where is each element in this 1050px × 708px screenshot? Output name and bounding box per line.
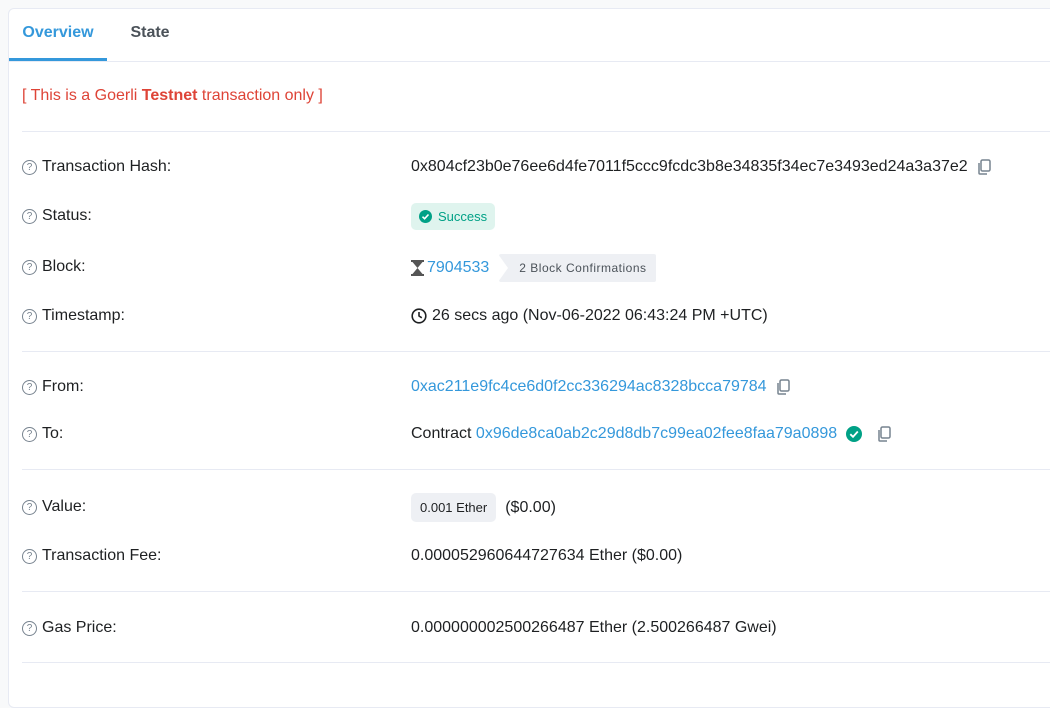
block-label: Block:	[42, 258, 86, 275]
block-label-row: ? Block:	[22, 258, 86, 276]
hourglass-icon	[411, 260, 424, 276]
from-label: From:	[42, 378, 84, 395]
active-tab-indicator	[9, 58, 107, 61]
gas-price-label-row: ? Gas Price:	[22, 619, 117, 637]
tx-hash-value-row: 0x804cf23b0e76ee6d4fe7011f5ccc9fcdc3b8e3…	[411, 158, 991, 176]
check-circle-icon	[846, 426, 863, 442]
to-label-row: ? To:	[22, 425, 63, 443]
status-label: Status:	[42, 207, 92, 224]
divider	[22, 469, 1050, 470]
to-value-row: Contract 0x96de8ca0ab2c29d8db7c99ea02fee…	[411, 425, 891, 443]
value-amount-pill: 0.001 Ether	[411, 493, 497, 522]
tx-hash-value: 0x804cf23b0e76ee6d4fe7011f5ccc9fcdc3b8e3…	[411, 158, 968, 175]
notice-bold: Testnet	[141, 87, 198, 104]
question-circle-icon[interactable]: ?	[22, 548, 37, 564]
block-value-row: 7904533 2 Block Confirmations	[411, 254, 656, 282]
status-value-row: Success	[411, 203, 496, 230]
question-circle-icon[interactable]: ?	[22, 208, 37, 224]
tab-overview[interactable]: Overview	[9, 9, 107, 61]
status-text: Success	[438, 209, 488, 224]
question-circle-icon[interactable]: ?	[22, 499, 37, 515]
question-circle-icon[interactable]: ?	[22, 259, 37, 275]
tab-bar: Overview State	[9, 9, 1050, 62]
copy-icon[interactable]	[977, 159, 991, 175]
timestamp-value: 26 secs ago (Nov-06-2022 06:43:24 PM +UT…	[432, 307, 768, 324]
timestamp-label-row: ? Timestamp:	[22, 307, 125, 325]
timestamp-value-row: 26 secs ago (Nov-06-2022 06:43:24 PM +UT…	[411, 307, 768, 325]
tx-hash-label-row: ? Transaction Hash:	[22, 158, 171, 176]
transaction-card: Overview State [ This is a Goerli Testne…	[8, 8, 1050, 708]
fee-value-row: 0.000052960644727634 Ether ($0.00)	[411, 547, 682, 565]
divider	[22, 591, 1050, 592]
tx-hash-label: Transaction Hash:	[42, 158, 172, 175]
to-label: To:	[42, 425, 64, 442]
to-contract-prefix: Contract	[411, 425, 472, 442]
value-value-row: 0.001 Ether ($0.00)	[411, 493, 556, 522]
block-number-link[interactable]: 7904533	[427, 259, 489, 277]
copy-icon[interactable]	[877, 426, 891, 442]
fee-label-row: ? Transaction Fee:	[22, 547, 161, 565]
copy-icon[interactable]	[776, 379, 790, 395]
from-address-link[interactable]: 0xac211e9fc4ce6d0f2cc336294ac8328bcca797…	[411, 378, 767, 396]
notice-prefix: [ This is a Goerli	[22, 87, 142, 104]
notice-suffix: transaction only ]	[197, 87, 323, 104]
question-circle-icon[interactable]: ?	[22, 308, 37, 324]
clock-icon	[411, 308, 427, 324]
status-label-row: ? Status:	[22, 207, 92, 225]
block-confirmations-badge: 2 Block Confirmations	[498, 254, 656, 282]
divider	[22, 351, 1050, 352]
value-label-row: ? Value:	[22, 498, 86, 516]
testnet-notice: [ This is a Goerli Testnet transaction o…	[22, 87, 323, 105]
divider	[22, 662, 1050, 663]
gas-price-value: 0.000000002500266487 Ether (2.500266487 …	[411, 619, 777, 636]
divider	[22, 131, 1050, 132]
value-label: Value:	[42, 498, 87, 515]
gas-price-label: Gas Price:	[42, 619, 117, 636]
gas-price-value-row: 0.000000002500266487 Ether (2.500266487 …	[411, 619, 777, 637]
question-circle-icon[interactable]: ?	[22, 379, 37, 395]
to-address-link[interactable]: 0x96de8ca0ab2c29d8db7c99ea02fee8faa79a08…	[476, 425, 837, 443]
question-circle-icon[interactable]: ?	[22, 159, 37, 175]
fee-label: Transaction Fee:	[42, 547, 162, 564]
fee-value: 0.000052960644727634 Ether ($0.00)	[411, 547, 683, 564]
question-circle-icon[interactable]: ?	[22, 426, 37, 442]
tab-state[interactable]: State	[117, 9, 183, 61]
status-badge: Success	[411, 203, 496, 230]
from-label-row: ? From:	[22, 378, 84, 396]
value-usd: ($0.00)	[505, 498, 556, 516]
question-circle-icon[interactable]: ?	[22, 620, 37, 636]
check-circle-icon	[419, 210, 432, 223]
from-value-row: 0xac211e9fc4ce6d0f2cc336294ac8328bcca797…	[411, 378, 790, 396]
timestamp-label: Timestamp:	[42, 307, 125, 324]
